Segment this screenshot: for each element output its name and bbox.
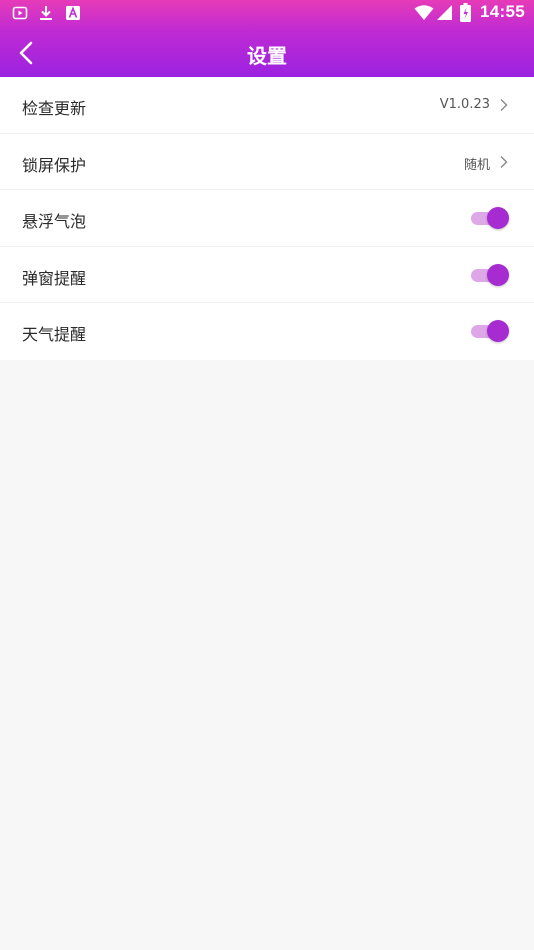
header-background: 14:55 设置 xyxy=(0,0,534,77)
app-bar: 设置 xyxy=(0,28,534,77)
status-bar: 14:55 xyxy=(0,0,534,28)
setting-row-check-update[interactable]: 检查更新 V1.0.23 xyxy=(0,77,534,134)
setting-label: 悬浮气泡 xyxy=(22,212,87,231)
weather-reminder-toggle[interactable] xyxy=(471,319,509,343)
setting-row-popup-reminder: 弹窗提醒 xyxy=(0,247,534,303)
setting-label: 检查更新 xyxy=(22,99,87,118)
page-title: 设置 xyxy=(247,44,287,68)
chevron-right-icon xyxy=(500,155,508,168)
wifi-icon xyxy=(414,5,434,21)
signal-icon xyxy=(436,4,453,20)
popup-reminder-toggle[interactable] xyxy=(471,263,509,287)
floating-bubble-toggle[interactable] xyxy=(471,206,509,230)
setting-label: 弹窗提醒 xyxy=(22,268,87,288)
toggle-thumb xyxy=(487,263,509,286)
toggle-thumb xyxy=(487,320,509,342)
lock-mode-value: 随机 xyxy=(463,157,490,173)
settings-list: 检查更新 V1.0.23 锁屏保护 随机 悬浮气泡 弹窗提醒 天气提醒 xyxy=(0,77,534,360)
toggle-thumb xyxy=(487,207,509,229)
setting-label: 天气提醒 xyxy=(22,325,87,344)
download-icon xyxy=(38,5,54,21)
status-time: 14:55 xyxy=(480,2,525,21)
font-icon xyxy=(65,5,81,21)
setting-row-lock-screen[interactable]: 锁屏保护 随机 xyxy=(0,134,534,190)
chevron-right-icon xyxy=(500,99,508,111)
version-value: V1.0.23 xyxy=(439,97,490,112)
video-icon xyxy=(12,5,28,21)
setting-row-floating-bubble: 悬浮气泡 xyxy=(0,190,534,247)
setting-label: 锁屏保护 xyxy=(22,155,87,175)
battery-icon xyxy=(460,3,471,22)
setting-row-weather-reminder: 天气提醒 xyxy=(0,303,534,360)
